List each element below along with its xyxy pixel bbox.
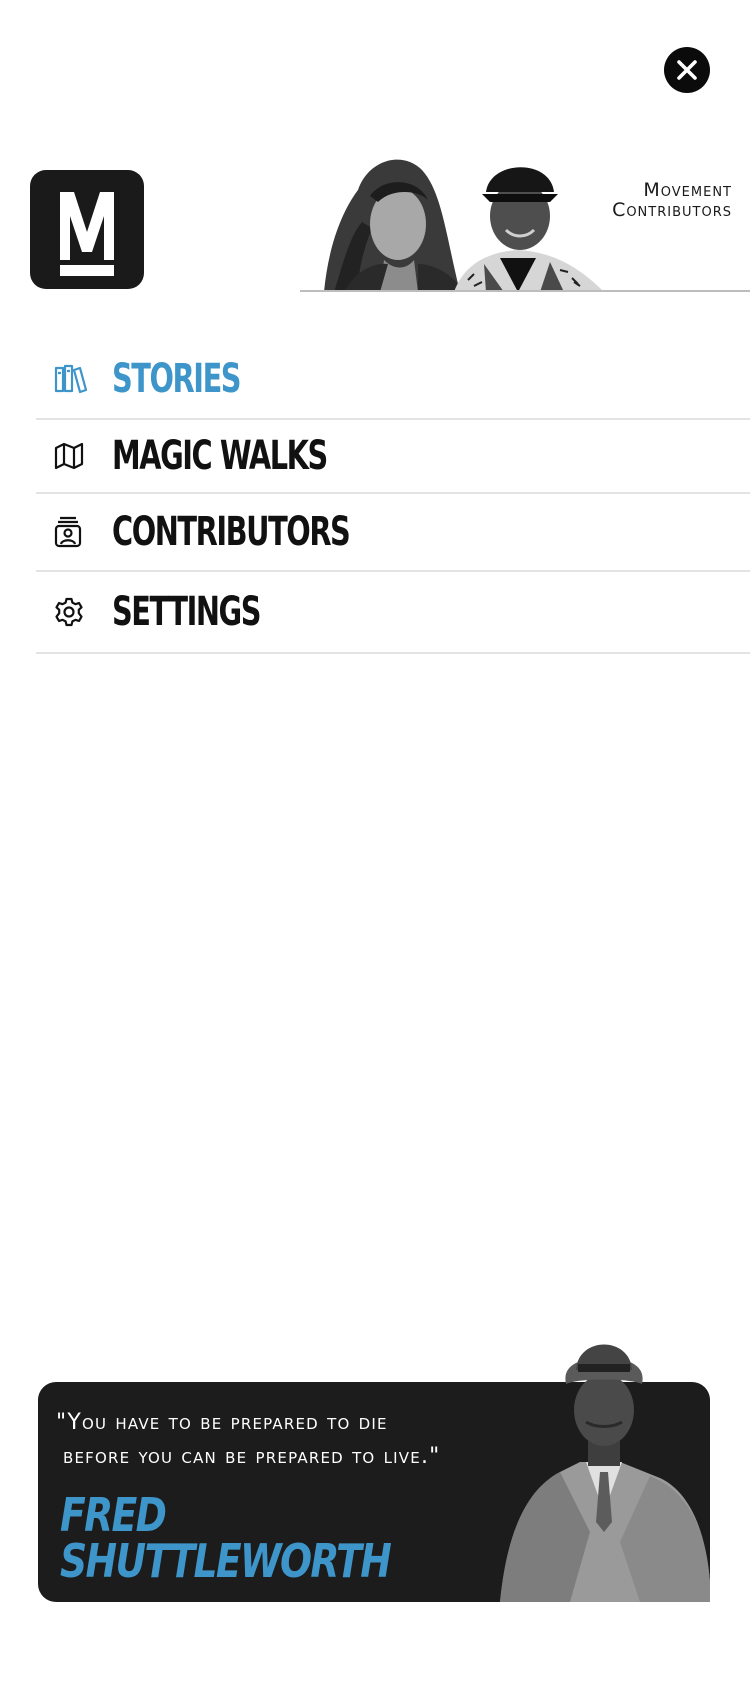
menu-item-contributors[interactable]: CONTRIBUTORS: [36, 494, 750, 572]
contributors-photo: [324, 159, 604, 292]
menu-label-stories: STORIES: [112, 356, 242, 402]
app-logo: [30, 170, 144, 289]
quote-author-first: Fred: [60, 1488, 167, 1542]
quote-author-last: Shuttleworth: [60, 1534, 392, 1588]
close-icon: [677, 60, 697, 80]
banner-divider: [300, 290, 750, 292]
contact-card-icon: [54, 516, 82, 548]
menu-label-magic-walks: MAGIC WALKS: [112, 433, 328, 479]
movement-contributors-label: Movement Contributors: [612, 180, 732, 220]
menu-item-settings[interactable]: SETTINGS: [36, 572, 750, 654]
menu-label-settings: SETTINGS: [112, 589, 261, 635]
main-menu: STORIES MAGIC WALKS CONTRIBUTORS SETTING…: [36, 340, 750, 654]
quote-line2: before you can be prepared to live.": [63, 1444, 441, 1469]
quote-text: "You have to be prepared to die before y…: [56, 1406, 556, 1474]
close-button[interactable]: [664, 47, 710, 93]
quote-author: Fred Shuttleworth: [60, 1488, 392, 1588]
menu-label-contributors: CONTRIBUTORS: [112, 509, 351, 555]
menu-item-stories[interactable]: STORIES: [36, 340, 750, 420]
gear-icon: [55, 597, 83, 627]
map-icon: [54, 442, 84, 470]
movement-contributors-banner[interactable]: Movement Contributors: [300, 140, 750, 292]
fred-shuttleworth-portrait: [500, 1344, 710, 1602]
books-icon: [54, 364, 88, 394]
menu-item-magic-walks[interactable]: MAGIC WALKS: [36, 420, 750, 494]
quote-line1: "You have to be prepared to die: [56, 1410, 388, 1435]
banner-line1: Movement: [643, 179, 732, 201]
banner-line2: Contributors: [612, 199, 732, 221]
